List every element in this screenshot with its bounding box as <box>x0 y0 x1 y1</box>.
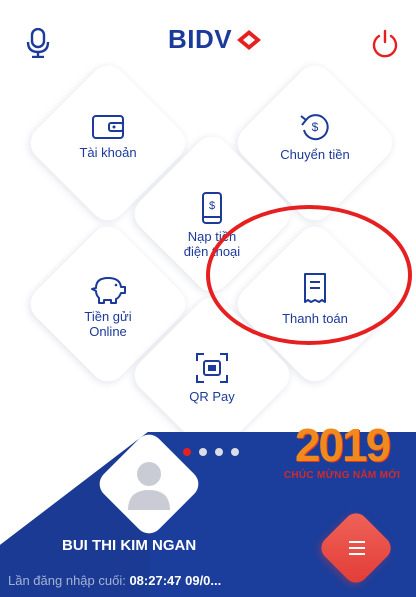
receipt-icon <box>304 273 326 303</box>
carousel-dot-1[interactable] <box>183 448 191 456</box>
menu-item-tien-gui-online[interactable]: Tiền gửi Online <box>33 274 183 339</box>
banner-greeting: CHÚC MỪNG NĂM MỚI <box>283 470 401 481</box>
microphone-icon[interactable] <box>26 28 50 58</box>
menu-item-label: Tài khoản <box>79 145 137 160</box>
piggy-bank-icon <box>91 277 126 304</box>
last-login-value: 08:27:47 09/0... <box>129 573 222 588</box>
new-year-banner: 2019 CHÚC MỪNG NĂM MỚI <box>268 420 416 500</box>
menu-item-qr-pay[interactable]: QR Pay <box>137 352 287 404</box>
user-name: BUI THI KIM NGAN <box>62 537 197 554</box>
last-login-label: Lần đăng nhập cuối: <box>8 573 126 588</box>
brand-logo: BIDV <box>168 24 262 55</box>
menu-item-label: Thanh toán <box>282 311 348 326</box>
menu-item-label-line1: Tiền gửi <box>84 309 132 324</box>
menu-item-tai-khoan[interactable]: Tài khoản <box>33 112 183 160</box>
carousel-dot-2[interactable] <box>199 448 207 456</box>
menu-item-label-line2: Online <box>89 324 127 339</box>
wallet-icon <box>92 115 124 139</box>
svg-text:$: $ <box>312 120 319 134</box>
menu-item-thanh-toan[interactable]: Thanh toán <box>240 272 390 326</box>
header: BIDV <box>0 0 416 88</box>
bidv-diamond-icon <box>237 29 262 50</box>
last-login: Lần đăng nhập cuối: 08:27:47 09/0... <box>8 573 221 588</box>
brand-name: BIDV <box>168 24 233 54</box>
phone-topup-icon: $ <box>202 192 222 224</box>
menu-item-label-line2: điện thoại <box>183 244 241 259</box>
qr-scan-icon <box>196 353 228 383</box>
svg-text:$: $ <box>209 200 215 212</box>
banner-year: 2019 <box>294 419 391 471</box>
menu-item-label: QR Pay <box>189 389 235 404</box>
carousel-indicator[interactable] <box>183 448 239 456</box>
user-avatar-icon <box>128 462 170 510</box>
carousel-dot-3[interactable] <box>215 448 223 456</box>
carousel-dot-4[interactable] <box>231 448 239 456</box>
money-transfer-icon: $ <box>300 114 329 141</box>
menu-item-label-line1: Nạp tiền <box>187 229 237 244</box>
hamburger-icon <box>349 541 365 555</box>
power-icon[interactable] <box>370 28 400 58</box>
menu-item-chuyen-tien[interactable]: $ Chuyển tiền <box>240 112 390 162</box>
menu-item-nap-tien-dien-thoai[interactable]: $ Nạp tiền điện thoại <box>137 192 287 259</box>
menu-item-label: Chuyển tiền <box>280 147 350 162</box>
